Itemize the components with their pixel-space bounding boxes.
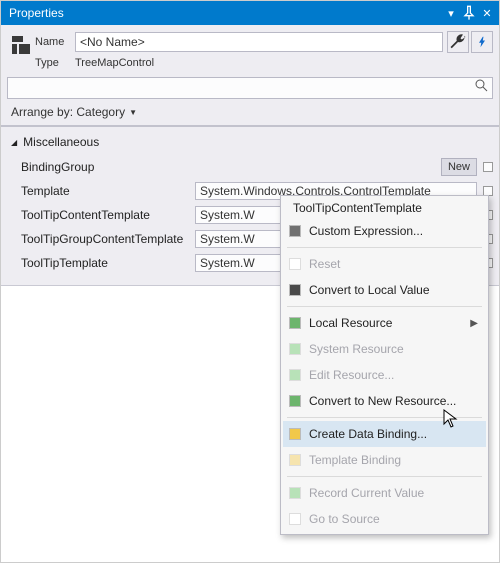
menu-item-label: Go to Source (309, 512, 380, 526)
dropdown-icon[interactable]: ▾ (443, 5, 459, 21)
color-swatch-icon (289, 343, 301, 355)
type-label: Type (35, 57, 75, 69)
color-swatch-icon (289, 258, 301, 270)
color-swatch-icon (289, 513, 301, 525)
color-swatch-icon (289, 454, 301, 466)
prop-label: Template (7, 184, 195, 198)
expand-icon: ◢ (11, 138, 17, 147)
menu-item: Go to Source (283, 506, 486, 532)
menu-title: ToolTipContentTemplate (283, 198, 486, 218)
menu-item-label: Template Binding (309, 453, 401, 467)
context-menu: ToolTipContentTemplate Custom Expression… (280, 195, 489, 535)
caret-down-icon: ▼ (129, 108, 137, 117)
menu-item-label: System Resource (309, 342, 404, 356)
prop-label: ToolTipTemplate (7, 256, 195, 270)
panel-titlebar: Properties ▾ ✕ (1, 1, 499, 25)
menu-item: Template Binding (283, 447, 486, 473)
color-swatch-icon (289, 317, 301, 329)
name-label: Name (35, 36, 75, 48)
color-swatch-icon (289, 428, 301, 440)
color-swatch-icon (289, 225, 301, 237)
search-icon (475, 79, 488, 97)
menu-item-label: Edit Resource... (309, 368, 394, 382)
wrench-button[interactable] (447, 31, 469, 53)
submenu-arrow-icon: ▶ (470, 318, 478, 329)
menu-item-label: Convert to New Resource... (309, 394, 456, 408)
color-swatch-icon (289, 369, 301, 381)
close-icon[interactable]: ✕ (479, 5, 495, 21)
pin-icon[interactable] (461, 5, 477, 21)
menu-item[interactable]: Create Data Binding... (283, 421, 486, 447)
color-swatch-icon (289, 487, 301, 499)
property-row: BindingGroup New (7, 155, 497, 179)
prop-label: BindingGroup (7, 160, 195, 174)
property-marker[interactable] (483, 162, 493, 172)
menu-item[interactable]: Convert to Local Value (283, 277, 486, 303)
panel-title: Properties (9, 6, 441, 20)
menu-item-label: Record Current Value (309, 486, 424, 500)
new-button[interactable]: New (441, 158, 477, 176)
arrange-by[interactable]: Arrange by: Category ▼ (1, 103, 499, 127)
menu-item-label: Convert to Local Value (309, 283, 430, 297)
prop-label: ToolTipGroupContentTemplate (7, 232, 195, 246)
menu-item: Reset (283, 251, 486, 277)
name-input[interactable] (75, 32, 443, 52)
color-swatch-icon (289, 284, 301, 296)
menu-item[interactable]: Local Resource ▶ (283, 310, 486, 336)
menu-item: Edit Resource... (283, 362, 486, 388)
menu-item: System Resource (283, 336, 486, 362)
menu-item-label: Create Data Binding... (309, 427, 427, 441)
menu-item-label: Local Resource (309, 316, 392, 330)
menu-item-label: Custom Expression... (309, 224, 423, 238)
menu-item[interactable]: Custom Expression... (283, 218, 486, 244)
search-input[interactable] (7, 77, 493, 99)
category-header[interactable]: ◢ Miscellaneous (7, 135, 497, 149)
menu-item-label: Reset (309, 257, 340, 271)
events-button[interactable] (471, 31, 493, 53)
type-value: TreeMapControl (75, 57, 154, 69)
object-type-icon (7, 31, 35, 73)
prop-label: ToolTipContentTemplate (7, 208, 195, 222)
menu-item: Record Current Value (283, 480, 486, 506)
menu-item[interactable]: Convert to New Resource... (283, 388, 486, 414)
color-swatch-icon (289, 395, 301, 407)
